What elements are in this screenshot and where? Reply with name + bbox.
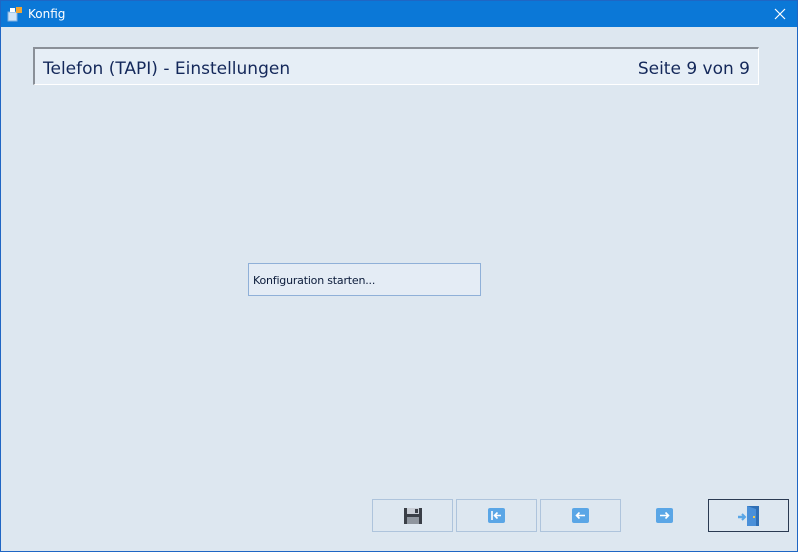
app-icon xyxy=(7,7,22,22)
exit-door-icon xyxy=(737,505,759,526)
close-icon xyxy=(774,8,786,20)
floppy-disk-icon xyxy=(403,507,422,524)
app-window: Konfig Telefon (TAPI) - Einstellungen Se… xyxy=(0,0,798,552)
first-page-button[interactable] xyxy=(456,499,537,532)
exit-button[interactable] xyxy=(708,499,789,532)
save-button[interactable] xyxy=(372,499,453,532)
window-title: Konfig xyxy=(28,7,66,21)
first-page-arrow-icon xyxy=(488,508,505,523)
title-bar: Konfig xyxy=(1,1,797,27)
back-button[interactable] xyxy=(540,499,621,532)
next-button[interactable] xyxy=(624,499,705,532)
arrow-left-icon xyxy=(572,508,589,523)
close-button[interactable] xyxy=(763,1,797,27)
start-configuration-label: Konfiguration starten... xyxy=(253,274,376,287)
page-counter: Seite 9 von 9 xyxy=(637,59,750,79)
start-configuration-button[interactable]: Konfiguration starten... xyxy=(248,263,481,296)
page-header: Telefon (TAPI) - Einstellungen Seite 9 v… xyxy=(33,47,759,85)
arrow-right-icon xyxy=(656,508,673,523)
page-title: Telefon (TAPI) - Einstellungen xyxy=(43,59,291,79)
